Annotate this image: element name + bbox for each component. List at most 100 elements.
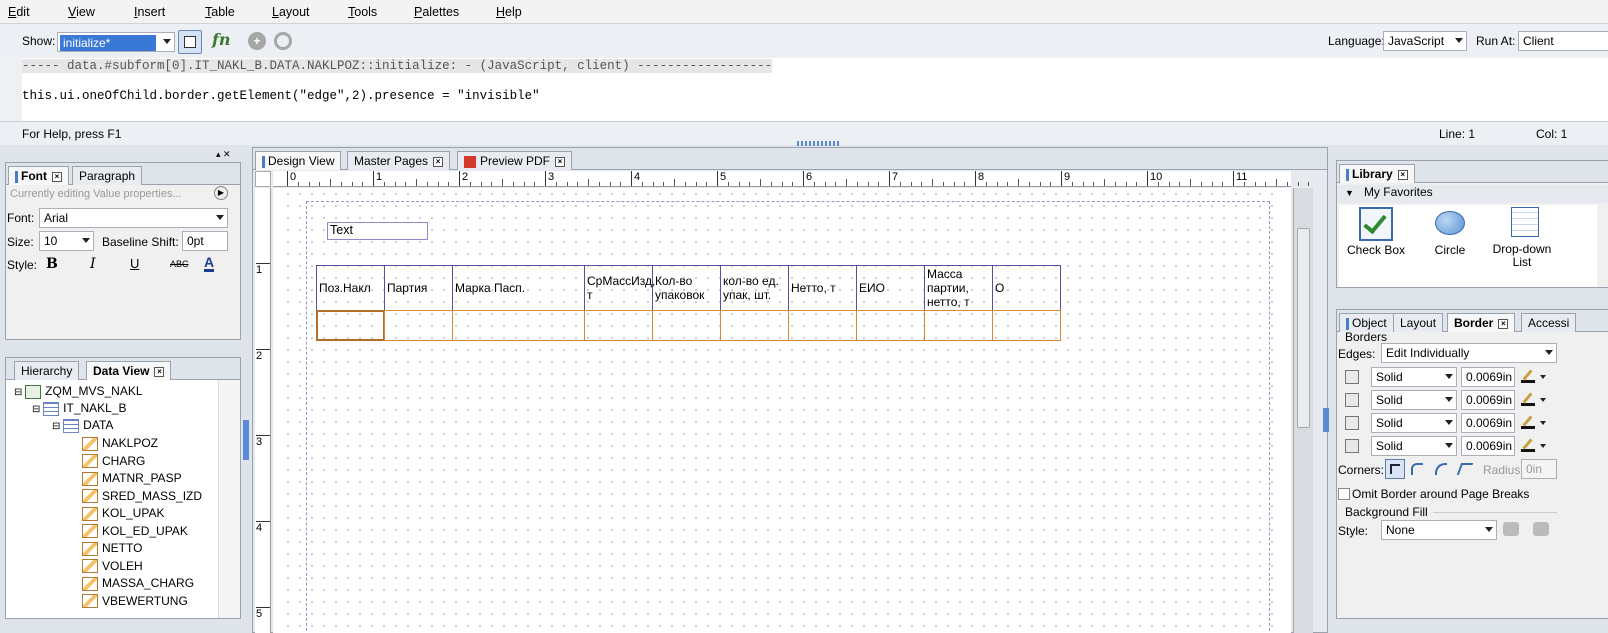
table-header-cell[interactable]: кол-во ед. упак, шт.: [720, 265, 789, 311]
italic-icon[interactable]: I: [90, 256, 96, 272]
close-icon[interactable]: ×: [1498, 318, 1509, 329]
menu-help[interactable]: Help: [496, 5, 522, 19]
left-collapse-handle[interactable]: [243, 420, 249, 460]
strikethrough-icon[interactable]: ABC: [170, 259, 189, 269]
menu-edit[interactable]: Edit: [8, 5, 30, 19]
table-body-cell[interactable]: [720, 310, 789, 341]
chevron-down-icon[interactable]: [1540, 421, 1546, 425]
edge-style-dropdown[interactable]: Solid: [1371, 436, 1457, 456]
size-dropdown[interactable]: 10: [39, 231, 94, 251]
edge-width-input[interactable]: 0.0069in: [1461, 390, 1515, 410]
table-header-cell[interactable]: Нетто, т: [788, 265, 857, 311]
edge-style-dropdown[interactable]: Solid: [1371, 413, 1457, 433]
tab-design-view[interactable]: Design View: [255, 151, 342, 170]
corner-square-button[interactable]: [1385, 459, 1405, 479]
tree-field[interactable]: MATNR_PASP: [82, 471, 182, 488]
tree-field[interactable]: CHARG: [82, 454, 145, 471]
corner-round-icon[interactable]: [1411, 463, 1423, 475]
table-body-cell[interactable]: [924, 310, 993, 341]
tree-root[interactable]: ⊟ ZQM_MVS_NAKL: [14, 384, 143, 401]
library-item-checkbox[interactable]: Check Box: [1345, 243, 1407, 257]
edge-width-input[interactable]: 0.0069in: [1461, 413, 1515, 433]
table-header-cell[interactable]: Партия: [384, 265, 453, 311]
table-header-cell[interactable]: О: [992, 265, 1061, 311]
pen-color-icon[interactable]: [1521, 392, 1535, 406]
table-body-cell[interactable]: [856, 310, 925, 341]
new-event-button[interactable]: [178, 30, 202, 54]
favorites-header[interactable]: ▼ My Favorites: [1337, 185, 1608, 203]
pen-color-icon[interactable]: [1521, 415, 1535, 429]
pen-color-icon[interactable]: [1521, 369, 1535, 383]
fn-icon[interactable]: fn: [212, 30, 231, 49]
font-dropdown[interactable]: Arial: [39, 208, 228, 228]
bold-icon[interactable]: B: [46, 256, 58, 272]
scrollbar-thumb[interactable]: [1297, 228, 1310, 428]
circle-icon[interactable]: [1435, 211, 1465, 235]
table-header-cell[interactable]: Поз.Накл: [316, 265, 385, 311]
language-dropdown[interactable]: JavaScript: [1383, 31, 1467, 51]
show-dropdown[interactable]: initialize*: [57, 32, 175, 52]
tab-accessibility[interactable]: Accessi: [1521, 313, 1577, 332]
table-body-cell[interactable]: [992, 310, 1061, 341]
panel-window-buttons[interactable]: ▴ ✕: [216, 149, 231, 160]
close-icon[interactable]: ×: [154, 366, 165, 377]
edge-width-input[interactable]: 0.0069in: [1461, 436, 1515, 456]
chevron-down-icon[interactable]: [1540, 398, 1546, 402]
table-body-cell[interactable]: [384, 310, 453, 341]
tab-data-view[interactable]: Data View ×: [86, 361, 172, 380]
right-collapse-handle[interactable]: [1323, 408, 1329, 432]
close-icon[interactable]: ×: [433, 156, 444, 167]
splitter-grip[interactable]: [797, 141, 841, 146]
corner-notch-icon[interactable]: [1435, 463, 1447, 475]
tree-field[interactable]: VBEWERTUNG: [82, 594, 188, 611]
table-header-cell[interactable]: Кол-во упаковок: [652, 265, 721, 311]
table-body-cell[interactable]: [584, 310, 653, 341]
add-icon[interactable]: +: [248, 32, 266, 50]
run-at-dropdown[interactable]: Client: [1518, 31, 1608, 51]
tree-field[interactable]: NAKLPOZ: [82, 436, 158, 453]
tab-paragraph[interactable]: Paragraph: [72, 166, 143, 185]
edge-width-input[interactable]: 0.0069in: [1461, 367, 1515, 387]
tree-field[interactable]: SRED_MASS_IZD: [82, 489, 202, 506]
menu-tools[interactable]: Tools: [348, 5, 377, 19]
checkbox-icon[interactable]: [1359, 207, 1393, 241]
tab-layout[interactable]: Layout: [1393, 313, 1444, 332]
table-body-cell[interactable]: [452, 310, 585, 341]
cancel-icon[interactable]: [274, 32, 292, 50]
table-header-cell[interactable]: ЕИО: [856, 265, 925, 311]
tree-group[interactable]: ⊟ IT_NAKL_B: [32, 401, 127, 418]
tab-font[interactable]: Font ×: [8, 166, 69, 185]
table-header-cell[interactable]: Масса партии, нетто, т: [924, 265, 993, 311]
table-body-cell[interactable]: [788, 310, 857, 341]
tab-master-pages[interactable]: Master Pages ×: [347, 151, 451, 170]
tree-field[interactable]: VOLEH: [82, 559, 143, 576]
edge-style-dropdown[interactable]: Solid: [1371, 390, 1457, 410]
vertical-scrollbar[interactable]: [1293, 188, 1313, 633]
play-icon[interactable]: ▶: [214, 186, 228, 200]
tab-border[interactable]: Border ×: [1447, 313, 1516, 332]
underline-icon[interactable]: U: [130, 256, 139, 271]
library-item-circle[interactable]: Circle: [1419, 243, 1481, 257]
tree-field[interactable]: KOL_ED_UPAK: [82, 524, 188, 541]
close-icon[interactable]: ×: [52, 171, 62, 182]
table-header-cell[interactable]: Марка Пасп.: [452, 265, 585, 311]
menu-view[interactable]: View: [68, 5, 95, 19]
tree-sub[interactable]: ⊟ DATA: [52, 418, 113, 435]
baseline-input[interactable]: 0pt: [182, 231, 228, 251]
tab-preview-pdf[interactable]: Preview PDF ×: [457, 151, 573, 170]
fill-color2-icon[interactable]: [1533, 522, 1549, 536]
chevron-down-icon[interactable]: [1540, 375, 1546, 379]
fill-color-icon[interactable]: [1503, 522, 1519, 536]
edge-style-dropdown[interactable]: Solid: [1371, 367, 1457, 387]
font-color-icon[interactable]: A: [204, 255, 215, 272]
menu-palettes[interactable]: Palettes: [414, 5, 459, 19]
menu-layout[interactable]: Layout: [272, 5, 310, 19]
table-object[interactable]: Поз.Накл Партия Марка Пасп. СрМассИзд, т Кол…: [316, 265, 1061, 342]
tree-field[interactable]: KOL_UPAK: [82, 506, 164, 523]
tree-field[interactable]: MASSA_CHARG: [82, 576, 194, 593]
corner-bevel-icon[interactable]: [1456, 463, 1474, 475]
fill-style-dropdown[interactable]: None: [1381, 520, 1497, 540]
omit-border-checkbox[interactable]: [1338, 488, 1350, 500]
tab-hierarchy[interactable]: Hierarchy: [14, 361, 80, 380]
pen-color-icon[interactable]: [1521, 438, 1535, 452]
